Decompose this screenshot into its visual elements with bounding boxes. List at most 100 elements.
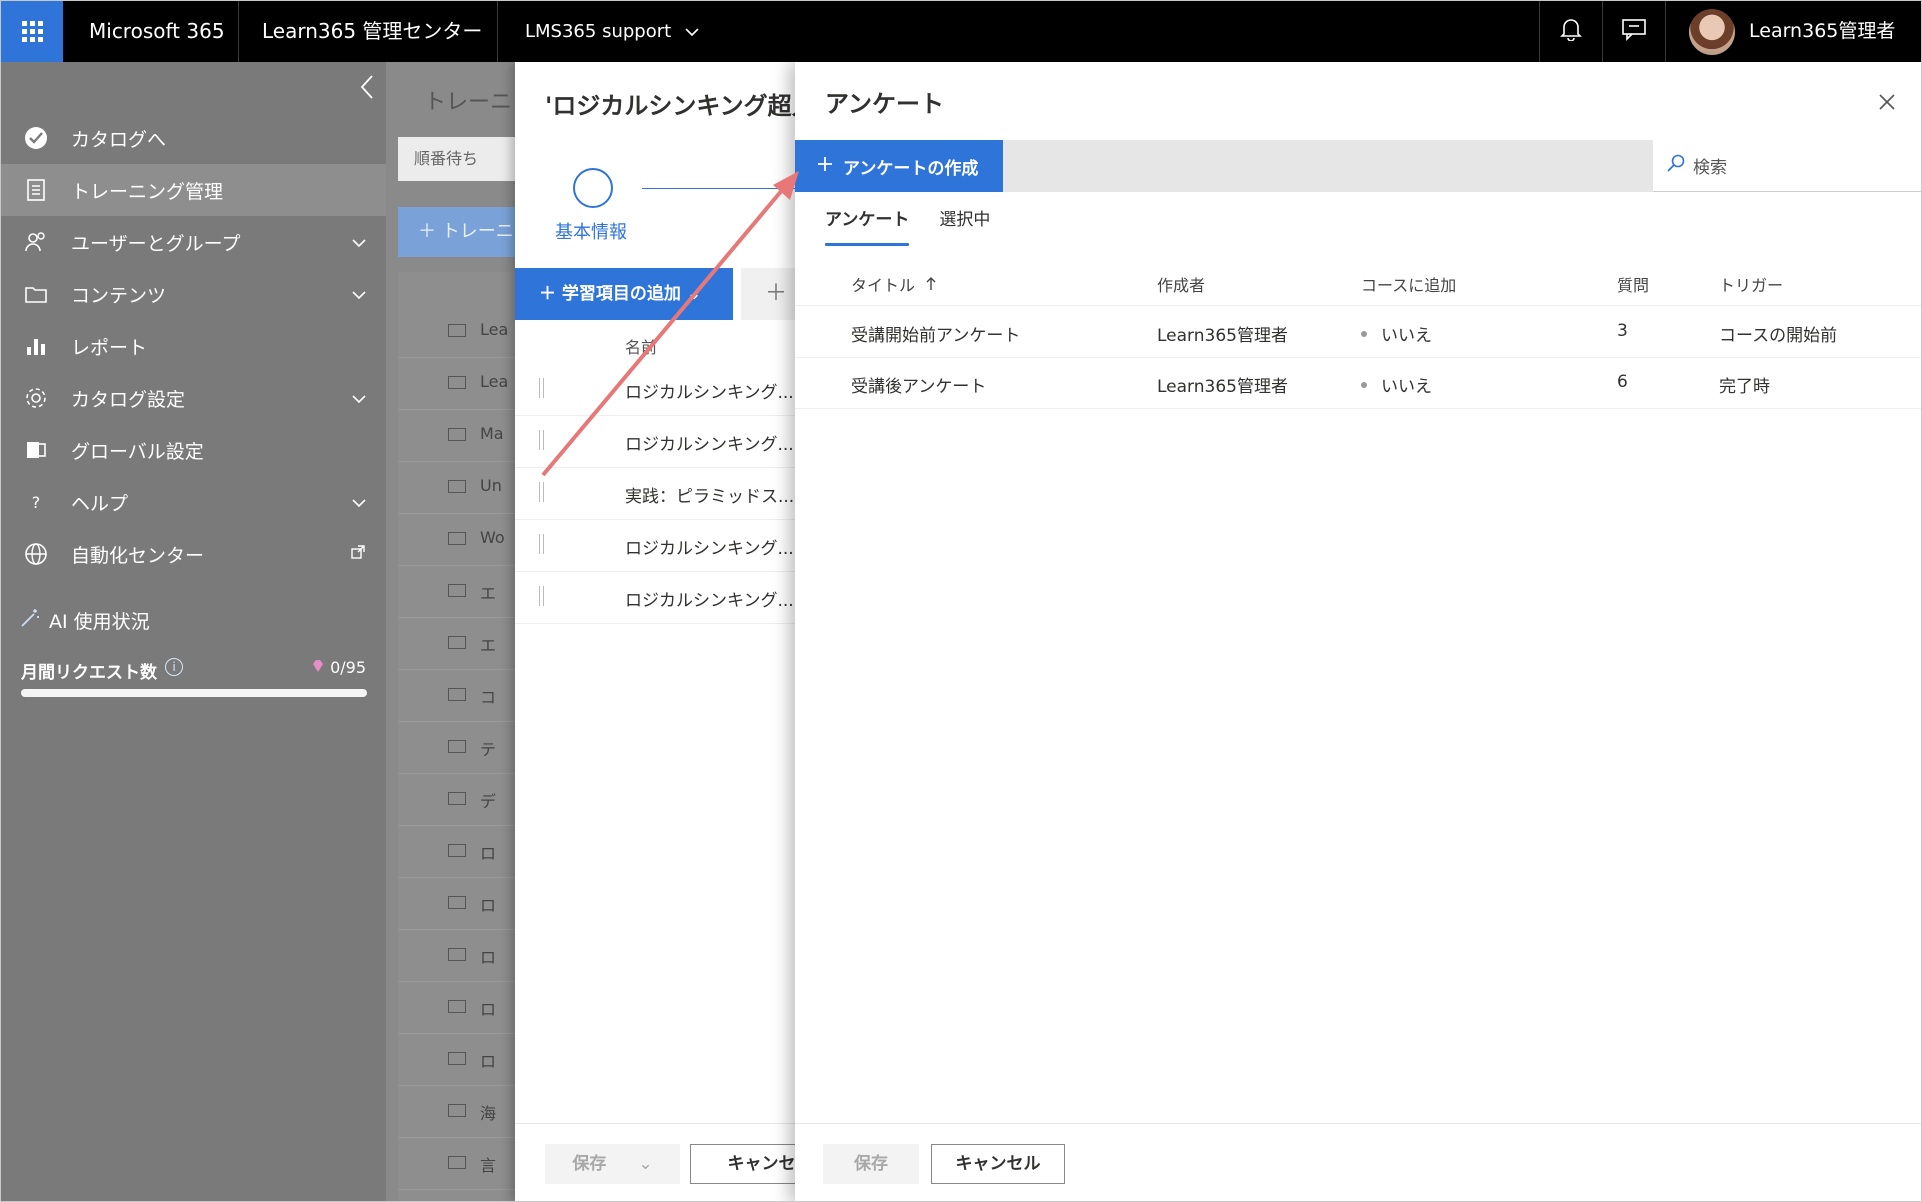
table-row[interactable]: 受講後アンケート Learn365管理者 いいえ 6 完了時	[795, 358, 1921, 409]
chevron-down-icon	[352, 493, 366, 512]
gem-icon	[311, 658, 330, 677]
list-item-label: エ	[480, 584, 497, 603]
tab-selected[interactable]: 選択中	[939, 202, 990, 246]
sidebar-item-training[interactable]: トレーニング管理	[1, 164, 386, 216]
table-row[interactable]: ロジカルシンキング...	[515, 364, 795, 416]
cancel-button[interactable]: キャンセル	[690, 1144, 795, 1184]
search-input[interactable]: 検索	[1653, 140, 1921, 192]
document-icon	[1, 178, 71, 202]
drag-handle-icon[interactable]	[539, 378, 544, 398]
app-launcher-button[interactable]	[1, 1, 63, 62]
sidebar-item-content[interactable]: コンテンツ	[1, 268, 386, 320]
column-header-author[interactable]: 作成者	[1157, 272, 1205, 296]
sidebar-item-reports[interactable]: レポート	[1, 320, 386, 372]
list-item-label: コ	[480, 688, 497, 707]
cell-questions: 6	[1617, 372, 1628, 392]
cell-added: いいえ	[1361, 321, 1432, 346]
tenant-selector[interactable]: LMS365 support	[525, 1, 699, 62]
bell-icon	[1560, 17, 1582, 46]
sidebar-item-catalog[interactable]: カタログへ	[1, 112, 386, 164]
table-row[interactable]: ロジカルシンキング...	[515, 572, 795, 624]
global-settings-icon	[1, 438, 71, 462]
question-icon: ?	[31, 492, 41, 512]
drag-handle-icon[interactable]	[539, 534, 544, 554]
notifications-button[interactable]	[1541, 1, 1601, 62]
sidebar-item-help[interactable]: ? ヘルプ	[1, 476, 386, 528]
sidebar-item-global-settings[interactable]: グローバル設定	[1, 424, 386, 476]
sort-ascending-icon	[926, 276, 936, 295]
cell-author: Learn365管理者	[1157, 326, 1288, 346]
table-row[interactable]: ロジカルシンキング...	[515, 520, 795, 572]
tenant-name: LMS365 support	[525, 21, 672, 42]
drag-handle-icon[interactable]	[539, 430, 544, 450]
cell-questions: 3	[1617, 321, 1628, 341]
bar-chart-icon	[1, 335, 71, 357]
list-item-label: Lea	[480, 372, 509, 391]
column-header-added[interactable]: コースに追加	[1361, 272, 1456, 296]
feedback-button[interactable]	[1604, 1, 1664, 62]
create-survey-label: アンケートの作成	[843, 158, 979, 179]
monitor-icon	[448, 792, 466, 805]
screen: Microsoft 365 Learn365 管理センター LMS365 sup…	[0, 0, 1922, 1202]
chevron-down-icon	[352, 389, 366, 408]
list-item-label: 言	[480, 1156, 497, 1175]
list-item-label: ロ	[480, 1052, 497, 1071]
column-header-trigger[interactable]: トリガー	[1719, 272, 1783, 296]
gear-icon	[1, 386, 71, 410]
feedback-icon	[1621, 17, 1647, 46]
add-learning-item-button[interactable]: ＋ 学習項目の追加 ⌄	[515, 268, 733, 320]
chevron-down-icon: ⌄	[638, 1154, 653, 1174]
add-button-secondary[interactable]: ＋	[741, 268, 795, 320]
panel-title: アンケート	[825, 90, 945, 118]
table-row[interactable]: ロジカルシンキング...	[515, 416, 795, 468]
chevron-down-icon: ⌄	[686, 284, 702, 304]
column-header-questions[interactable]: 質問	[1617, 272, 1649, 296]
step-indicator[interactable]	[573, 168, 613, 208]
close-icon	[1879, 94, 1895, 110]
sidebar-item-users[interactable]: ユーザーとグループ	[1, 216, 386, 268]
brand-name[interactable]: Microsoft 365	[89, 1, 225, 62]
chevron-down-icon	[352, 285, 366, 304]
collapse-sidebar-button[interactable]	[360, 74, 374, 107]
tab-surveys[interactable]: アンケート	[825, 202, 910, 246]
sidebar-item-catalog-settings[interactable]: カタログ設定	[1, 372, 386, 424]
app-title[interactable]: Learn365 管理センター	[262, 1, 482, 62]
close-button[interactable]	[1879, 88, 1895, 116]
survey-panel: アンケート アンケートの作成 検索 アンケート 選択中 タイトル 作成者 コース…	[795, 62, 1921, 1201]
info-icon[interactable]: i	[165, 658, 183, 676]
monthly-requests-label: 月間リクエスト数	[21, 663, 157, 683]
people-icon	[1, 230, 71, 254]
status-dot-icon	[1361, 382, 1367, 388]
chevron-down-icon	[352, 233, 366, 252]
user-name[interactable]: Learn365管理者	[1749, 1, 1895, 62]
save-split-button[interactable]: 保存 ⌄	[545, 1144, 680, 1184]
sidebar-item-automation[interactable]: 自動化センター	[1, 528, 386, 580]
create-survey-button[interactable]: アンケートの作成	[795, 140, 1003, 192]
monitor-icon	[448, 688, 466, 701]
ai-usage-label: AI 使用状況	[49, 611, 150, 633]
list-item-label: ロ	[480, 896, 497, 915]
sidebar-item-label: カタログ設定	[71, 388, 186, 411]
command-bar: アンケートの作成 検索	[795, 140, 1921, 192]
monitor-icon	[448, 1104, 466, 1117]
waffle-icon	[21, 21, 43, 42]
column-header-title[interactable]: タイトル	[851, 272, 936, 296]
save-button[interactable]: 保存	[823, 1144, 919, 1184]
drag-handle-icon[interactable]	[539, 482, 544, 502]
list-item-label: テ	[480, 740, 497, 759]
tab-list: アンケート 選択中	[825, 202, 990, 246]
cancel-button[interactable]: キャンセル	[931, 1144, 1065, 1184]
table-row[interactable]: 実践：ピラミッドス...	[515, 468, 795, 520]
list-item-label: Lea	[480, 320, 509, 339]
drag-handle-icon[interactable]	[539, 586, 544, 606]
column-header-name: 名前	[625, 338, 658, 357]
divider	[1539, 1, 1540, 62]
course-title: 'ロジカルシンキング超入門	[545, 92, 795, 120]
avatar[interactable]	[1689, 9, 1735, 55]
learning-item-name: ロジカルシンキング...	[625, 591, 794, 611]
step-label-basic-info[interactable]: 基本情報	[555, 218, 627, 244]
table-row[interactable]: 受講開始前アンケート Learn365管理者 いいえ 3 コースの開始前	[795, 307, 1921, 358]
ai-usage-title: AI 使用状況	[19, 607, 150, 634]
sidebar-item-label: カタログへ	[71, 128, 167, 151]
sidebar-item-label: ユーザーとグループ	[71, 232, 241, 255]
